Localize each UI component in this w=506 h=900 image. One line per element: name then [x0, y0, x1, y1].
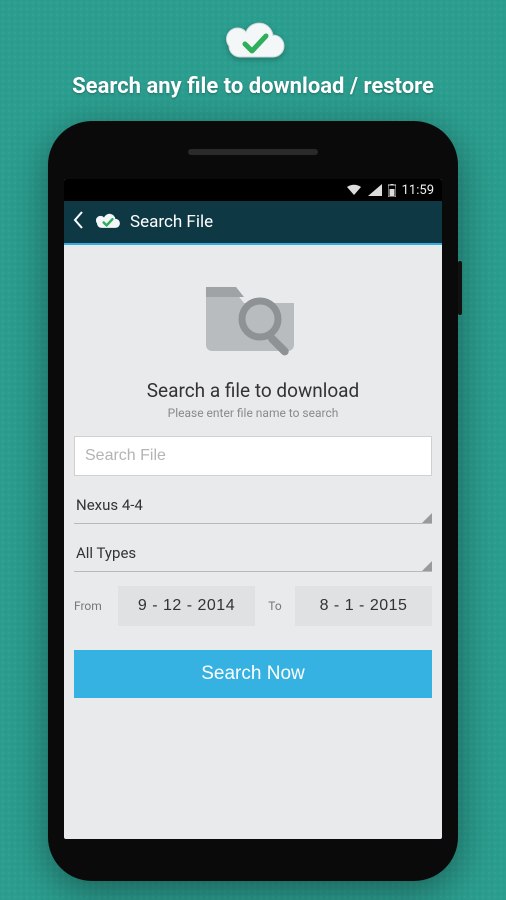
wifi-icon	[346, 184, 362, 196]
date-from-button[interactable]: 9 - 12 - 2014	[118, 586, 255, 626]
date-from-label: From	[74, 599, 110, 613]
back-icon[interactable]	[72, 210, 84, 234]
action-bar: Search File	[64, 201, 442, 245]
promo-header: Search any file to download / restore	[0, 0, 506, 99]
status-bar: 11:59	[64, 179, 442, 201]
hero-subtitle: Please enter file name to search	[74, 406, 432, 420]
battery-icon	[388, 184, 396, 197]
actionbar-title: Search File	[130, 212, 213, 232]
device-spinner[interactable]: Nexus 4-4	[74, 486, 432, 524]
phone-screen: 11:59 Search File	[64, 179, 442, 839]
promo-title: Search any file to download / restore	[0, 74, 506, 99]
content-area: Search a file to download Please enter f…	[64, 245, 442, 839]
status-time: 11:59	[402, 183, 434, 198]
type-spinner-value: All Types	[76, 544, 136, 562]
phone-speaker	[188, 149, 318, 155]
signal-icon	[368, 184, 382, 196]
device-spinner-value: Nexus 4-4	[76, 496, 143, 514]
cloud-check-logo	[217, 14, 289, 66]
date-to-label: To	[263, 599, 287, 613]
date-row: From 9 - 12 - 2014 To 8 - 1 - 2015	[74, 586, 432, 626]
phone-frame: 11:59 Search File	[48, 121, 458, 881]
hero-title: Search a file to download	[74, 379, 432, 402]
search-input[interactable]	[74, 436, 432, 476]
folder-search-icon	[198, 346, 308, 365]
search-now-button[interactable]: Search Now	[74, 650, 432, 698]
type-spinner[interactable]: All Types	[74, 534, 432, 572]
hero: Search a file to download Please enter f…	[74, 263, 432, 426]
date-to-button[interactable]: 8 - 1 - 2015	[295, 586, 432, 626]
cloud-check-icon	[92, 210, 122, 234]
